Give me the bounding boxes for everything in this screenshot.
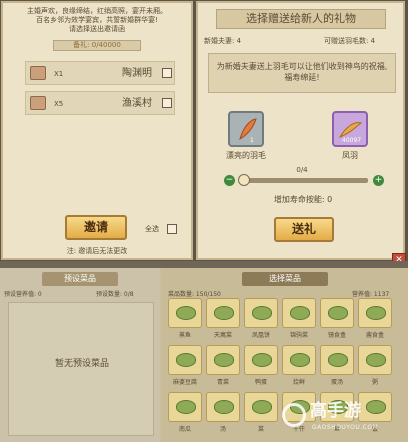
- divider-strip: [0, 261, 408, 268]
- dish-label: 镜食盒: [327, 332, 346, 339]
- dish-card[interactable]: [358, 345, 392, 375]
- dish-label: 烩鲜: [292, 379, 305, 386]
- dish-card[interactable]: [358, 298, 392, 328]
- slider-handle[interactable]: [238, 174, 250, 186]
- guest-checkbox[interactable]: [162, 98, 172, 108]
- dish-icon: [214, 306, 234, 320]
- dish-label: 青菜: [216, 379, 229, 386]
- footnote: 注: 邀请后无法更改: [66, 247, 128, 255]
- select-all-checkbox[interactable]: [167, 224, 177, 234]
- dish-card[interactable]: [244, 392, 278, 422]
- select-all-label: 全选: [145, 225, 159, 233]
- dish-icon: [366, 306, 386, 320]
- guest-count: X1: [54, 70, 64, 78]
- preset-panel: 预设菜品 预设营养值: 0 预设数量: 0/8 暂无预设菜品: [0, 268, 160, 442]
- preset-info: 预设营养值: 0: [4, 291, 42, 298]
- guest-row[interactable]: X5 渔溪村: [25, 91, 175, 115]
- dish-label: 天寓菜: [213, 332, 232, 339]
- gift-slot-feather[interactable]: 1: [228, 111, 264, 147]
- guest-avatar: [30, 66, 46, 80]
- guest-row[interactable]: X1 陶渊明: [25, 61, 175, 85]
- gift-slot-phoenix[interactable]: 40097: [332, 111, 368, 147]
- dish-label: 汤: [219, 426, 226, 433]
- dish-icon: [214, 353, 234, 367]
- dish-card[interactable]: [320, 345, 354, 375]
- dish-label: 麻婆豆腐: [172, 379, 197, 386]
- amount-slider[interactable]: [238, 174, 368, 186]
- dish-card[interactable]: [358, 392, 392, 422]
- feather-icon: [239, 118, 257, 141]
- dish-icon: [252, 353, 272, 367]
- gift-count: 40097: [342, 137, 362, 144]
- dish-card[interactable]: [206, 298, 240, 328]
- gift-description: 为新婚夫妻送上羽毛可以让他们收到神鸟的祝福,福寿绵延!: [208, 53, 396, 93]
- empty-text: 暂无预设菜品: [54, 359, 109, 369]
- guest-checkbox[interactable]: [162, 68, 172, 78]
- dish-label: 南瓜: [178, 426, 191, 433]
- gift-name: 漂亮的羽毛: [226, 151, 266, 160]
- dish-icon: [366, 400, 386, 414]
- dish-icon: [366, 353, 386, 367]
- dish-card[interactable]: [244, 345, 278, 375]
- dish-label: 凤凰饼: [251, 332, 270, 339]
- preset-count: 预设数量: 0/8: [96, 291, 134, 298]
- dish-card[interactable]: [168, 345, 202, 375]
- guest-name: 渔溪村: [122, 98, 152, 109]
- gift-panel: 选择赠送给新人的礼物 新婚夫妻: 4 可赠送羽毛数: 4 为新婚夫妻送上羽毛可以…: [196, 1, 405, 260]
- dish-label: 菜: [257, 426, 264, 433]
- dish-icon: [328, 353, 348, 367]
- dish-card[interactable]: [282, 345, 316, 375]
- dish-icon: [176, 353, 196, 367]
- dish-icon: [290, 306, 310, 320]
- dish-card[interactable]: [320, 298, 354, 328]
- send-gift-button[interactable]: 送礼: [274, 217, 334, 242]
- dish-card[interactable]: [206, 345, 240, 375]
- dish-label: 粥: [371, 379, 378, 386]
- tab-preset[interactable]: 预设菜品: [42, 272, 118, 286]
- watermark-site: GAOSHOUYOU.COM: [312, 424, 379, 431]
- slider-value: 0/4: [296, 166, 308, 174]
- slider-minus-button[interactable]: −: [224, 175, 235, 186]
- feather-count: 可赠送羽毛数: 4: [324, 37, 376, 45]
- gift-count: 1: [250, 137, 254, 144]
- dish-label: 蛋汤: [330, 379, 343, 386]
- dish-icon: [328, 306, 348, 320]
- dish-label: 锦驹菜: [289, 332, 308, 339]
- watermark-brand: 高手游: [310, 401, 361, 421]
- invite-button[interactable]: 邀请: [65, 215, 127, 240]
- dish-icon: [252, 400, 272, 414]
- tab-select[interactable]: 选择菜品: [242, 272, 328, 286]
- invite-panel: 主婚声欢，良缘缔结，红绡高照，宴开未厢。 百名乡邻为效学宴宾，共誓新婚群华宴! …: [1, 1, 193, 260]
- slider-plus-button[interactable]: +: [373, 175, 384, 186]
- dish-card[interactable]: [168, 392, 202, 422]
- guest-count: X5: [54, 100, 64, 108]
- dish-label: 蒸鱼: [178, 332, 191, 339]
- dish-card[interactable]: [282, 298, 316, 328]
- preset-list: 暂无预设菜品: [8, 302, 154, 436]
- intro-line-2: 百名乡邻为效学宴宾，共誓新婚群华宴!: [36, 16, 158, 24]
- dish-card[interactable]: [168, 298, 202, 328]
- couple-count: 新婚夫妻: 4: [204, 37, 242, 45]
- bonus-label: 增加寿命按能: 0: [273, 195, 333, 204]
- gift-name: 凤羽: [342, 151, 358, 160]
- guest-avatar: [30, 96, 46, 110]
- dish-card[interactable]: [244, 298, 278, 328]
- dish-icon: [214, 400, 234, 414]
- dish-label: 酱食盒: [365, 332, 384, 339]
- invite-count: 备礼: 0/40000: [53, 40, 141, 51]
- dish-card[interactable]: [206, 392, 240, 422]
- intro-line-1: 主婚声欢，良缘缔结，红绡高照，宴开未厢。: [27, 7, 167, 15]
- dish-icon: [176, 400, 196, 414]
- guest-name: 陶渊明: [122, 68, 152, 79]
- intro-line-3: 请选择送出邀请函: [69, 25, 125, 33]
- dish-icon: [176, 306, 196, 320]
- dish-icon: [252, 306, 272, 320]
- watermark-logo-icon: [282, 403, 306, 427]
- dish-icon: [290, 353, 310, 367]
- gift-title: 选择赠送给新人的礼物: [216, 9, 386, 29]
- dish-label: 鸭蛋: [254, 379, 267, 386]
